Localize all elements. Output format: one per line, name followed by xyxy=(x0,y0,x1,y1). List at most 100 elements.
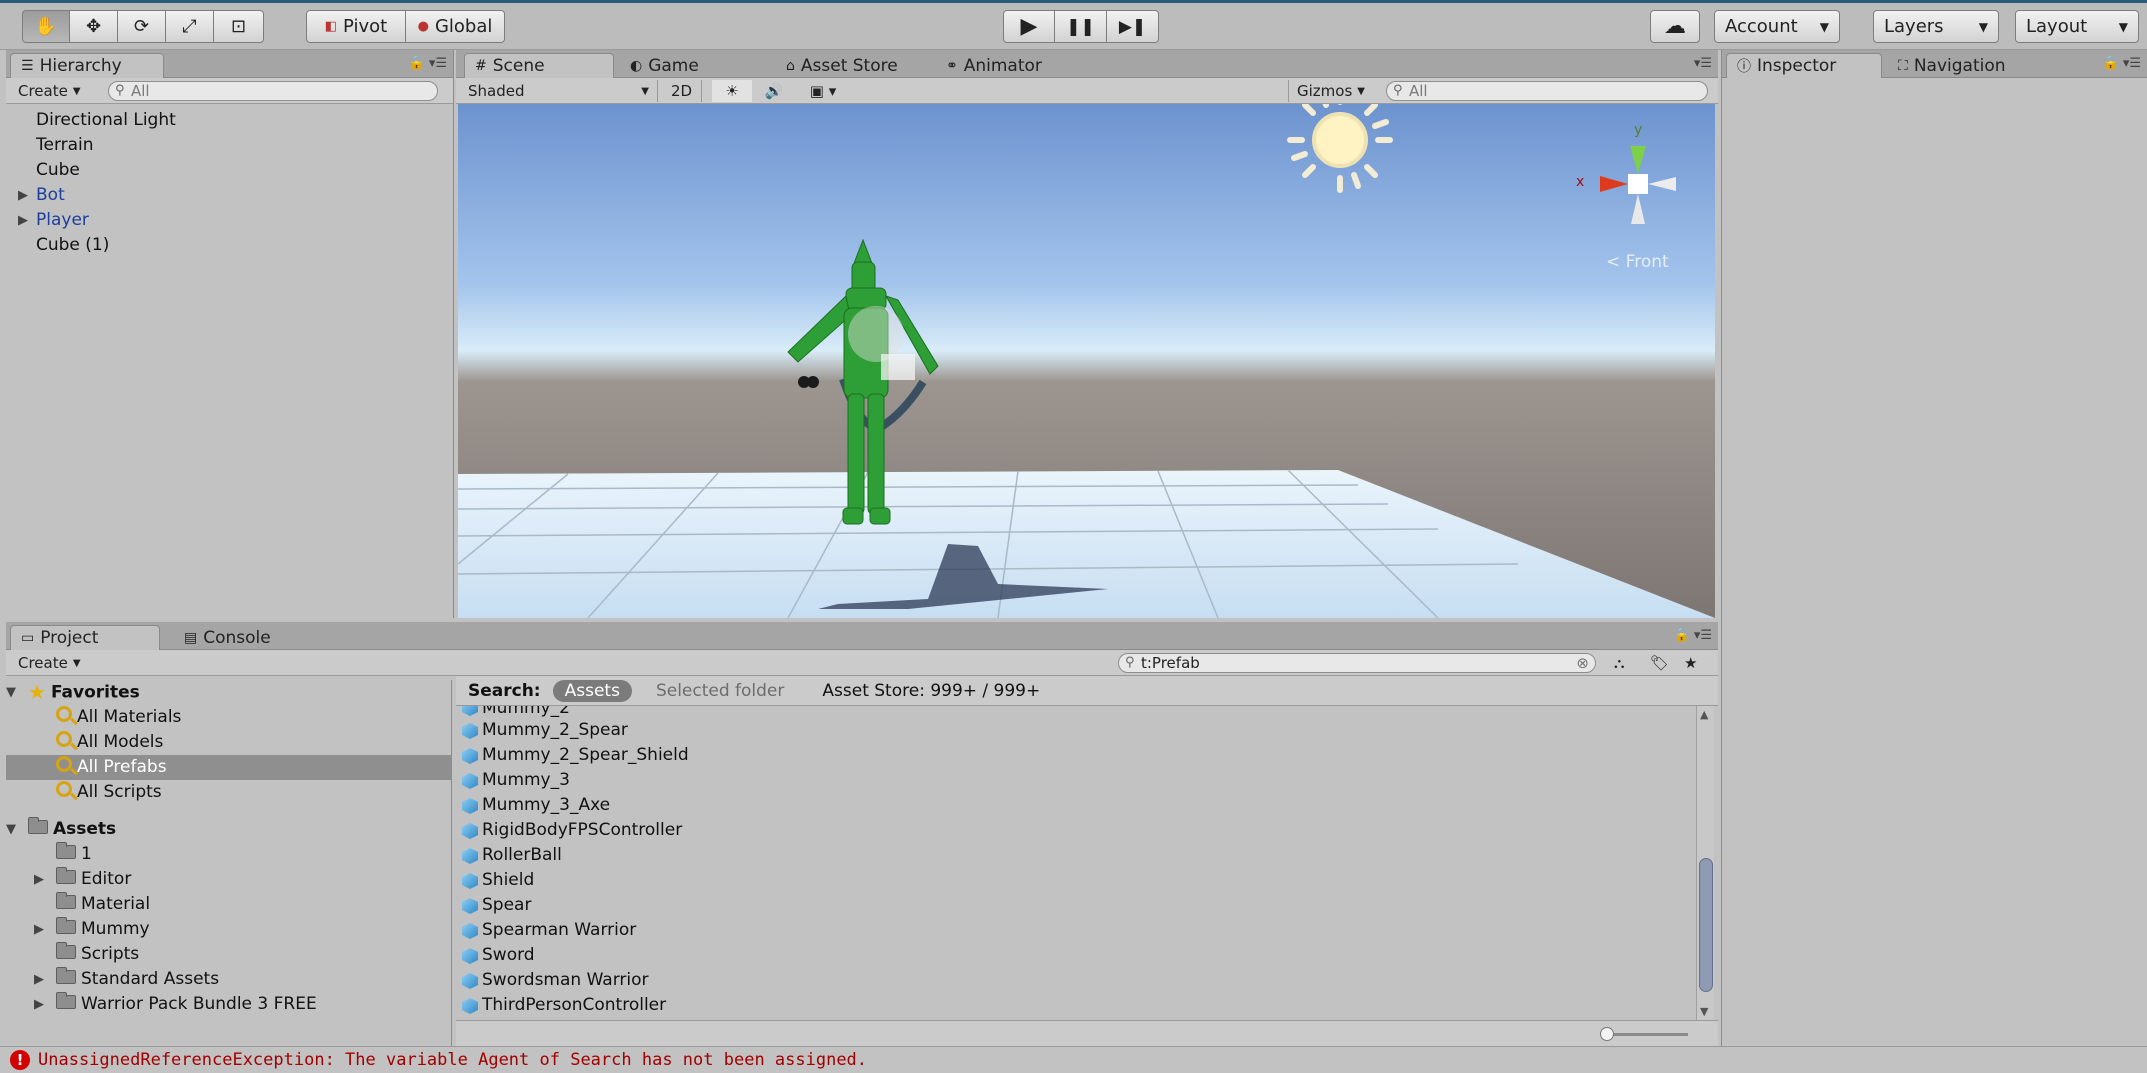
favorite-star-icon[interactable]: ★ xyxy=(1676,652,1705,674)
scene-viewport[interactable]: y x < Front xyxy=(458,104,1715,618)
asset-item[interactable]: Swordsman Warrior xyxy=(456,968,1694,993)
folder-item[interactable]: ▶ Standard Assets xyxy=(6,967,451,992)
hand-tool-icon[interactable]: ✋ xyxy=(22,10,70,43)
gizmos-dropdown[interactable]: Gizmos ▼ xyxy=(1288,80,1373,102)
move-tool-icon[interactable]: ✥ xyxy=(70,10,118,43)
search-icon: ⚲ xyxy=(115,83,125,98)
asset-item[interactable]: Mummy_2_Spear xyxy=(456,718,1694,743)
effects-icon[interactable]: ▣ ▾ xyxy=(798,80,848,102)
global-toggle[interactable]: ● Global xyxy=(406,10,505,43)
hierarchy-item[interactable]: ▶ Player xyxy=(6,208,453,233)
tab-inspector[interactable]: ⓘ Inspector xyxy=(1726,53,1882,78)
hierarchy-create-button[interactable]: Create ▼ xyxy=(10,80,89,102)
tab-project[interactable]: ▭ Project xyxy=(10,625,160,650)
tab-animator[interactable]: ⚭ Animator xyxy=(936,53,1052,78)
icon-size-slider-handle[interactable] xyxy=(1600,1027,1614,1041)
asset-item[interactable]: Spear xyxy=(456,893,1694,918)
hierarchy-item[interactable]: Cube xyxy=(6,158,453,183)
scrollbar-thumb[interactable] xyxy=(1699,858,1713,992)
asset-item-partial[interactable]: Mummy_2 xyxy=(456,706,1694,718)
tab-hierarchy[interactable]: ☰ Hierarchy xyxy=(10,53,164,78)
folder-item[interactable]: ▶ Warrior Pack Bundle 3 FREE xyxy=(6,992,451,1017)
asset-item[interactable]: RollerBall xyxy=(456,843,1694,868)
hierarchy-item[interactable]: Terrain xyxy=(6,133,453,158)
grid-icon: # xyxy=(475,58,487,74)
panel-menu-icon[interactable]: 🔒 ▾☰ xyxy=(1674,628,1713,643)
asset-item[interactable]: ThirdPersonController xyxy=(456,993,1694,1018)
asset-item[interactable]: Spearman Warrior xyxy=(456,918,1694,943)
cloud-icon[interactable]: ☁ xyxy=(1650,10,1700,43)
asset-item[interactable]: Shield xyxy=(456,868,1694,893)
asset-item[interactable]: Mummy_3 xyxy=(456,768,1694,793)
expand-arrow-icon[interactable]: ▶ xyxy=(18,183,28,208)
clear-search-icon[interactable]: ⊗ xyxy=(1576,654,1589,672)
panel-menu-icon[interactable]: 🔒 ▾☰ xyxy=(2103,56,2142,71)
folder-item[interactable]: Material xyxy=(6,892,451,917)
asset-item[interactable]: Mummy_3_Axe xyxy=(456,793,1694,818)
scale-tool-icon[interactable]: ⤢ xyxy=(166,10,214,43)
project-search-input[interactable]: ⚲ t:Prefab ⊗ xyxy=(1118,653,1596,673)
asset-item[interactable]: RigidBodyFPSController xyxy=(456,818,1694,843)
favorite-item[interactable]: All Scripts xyxy=(6,780,451,805)
expand-arrow-icon[interactable]: ▶ xyxy=(18,208,28,233)
hierarchy-item[interactable]: ▶ Bot xyxy=(6,183,453,208)
chevron-down-icon: ▼ xyxy=(641,85,649,97)
mode-2d-toggle[interactable]: 2D xyxy=(662,80,702,102)
panel-menu-icon[interactable]: 🔒 ▾☰ xyxy=(409,56,448,71)
rect-tool-icon[interactable]: ⊡ xyxy=(214,10,264,43)
expand-arrow-icon[interactable]: ▶ xyxy=(34,867,44,892)
search-icon: ⚲ xyxy=(1125,655,1135,670)
orientation-gizmo[interactable] xyxy=(1600,146,1676,224)
assets-header[interactable]: ▼ Assets xyxy=(6,817,451,842)
asset-store-count[interactable]: Asset Store: 999+ / 999+ xyxy=(822,681,1040,701)
favorite-item[interactable]: All Materials xyxy=(6,705,451,730)
scroll-up-icon[interactable]: ▲ xyxy=(1700,708,1708,721)
layout-dropdown[interactable]: Layout ▼ xyxy=(2015,10,2139,43)
step-icon[interactable]: ▶❚ xyxy=(1107,10,1159,43)
gizmo-view-label[interactable]: < Front xyxy=(1606,252,1669,272)
favorites-header[interactable]: ▼ ★ Favorites xyxy=(6,680,451,705)
rotate-tool-icon[interactable]: ⟳ xyxy=(118,10,166,43)
hierarchy-item[interactable]: Cube (1) xyxy=(6,233,453,258)
tab-navigation[interactable]: ⛶ Navigation xyxy=(1888,53,2016,78)
pivot-toggle[interactable]: ◧ Pivot xyxy=(306,10,406,43)
scene-search-input[interactable]: ⚲ All xyxy=(1386,81,1708,101)
panel-menu-icon[interactable]: ▾☰ xyxy=(1694,56,1712,71)
filter-by-type-icon[interactable]: ⛬ xyxy=(1606,652,1633,674)
scope-selected-folder-toggle[interactable]: Selected folder xyxy=(656,681,784,701)
expand-arrow-icon[interactable]: ▶ xyxy=(34,992,44,1017)
audio-icon[interactable]: 🔊 xyxy=(754,80,794,102)
icon-size-slider-track[interactable] xyxy=(1606,1033,1688,1036)
account-dropdown[interactable]: Account ▼ xyxy=(1714,10,1840,43)
status-bar[interactable]: ! UnassignedReferenceException: The vari… xyxy=(0,1046,2147,1073)
asset-item[interactable]: Mummy_2_Spear_Shield xyxy=(456,743,1694,768)
shading-mode-dropdown[interactable]: Shaded ▼ xyxy=(460,80,658,102)
folder-item[interactable]: ▶ Mummy xyxy=(6,917,451,942)
play-icon[interactable]: ▶ xyxy=(1003,10,1055,43)
expand-arrow-icon[interactable]: ▶ xyxy=(34,967,44,992)
folder-item[interactable]: ▶ Editor xyxy=(6,867,451,892)
pause-icon[interactable]: ❚❚ xyxy=(1055,10,1107,43)
search-row-label: Search: xyxy=(468,680,541,701)
tab-game[interactable]: ◐ Game xyxy=(620,53,709,78)
collapse-arrow-icon[interactable]: ▼ xyxy=(6,680,16,705)
folder-item[interactable]: 1 xyxy=(6,842,451,867)
expand-arrow-icon[interactable]: ▶ xyxy=(34,917,44,942)
layers-dropdown[interactable]: Layers ▼ xyxy=(1873,10,1999,43)
scope-assets-toggle[interactable]: Assets xyxy=(552,679,632,702)
asset-list-scrollbar[interactable]: ▲ ▼ xyxy=(1696,706,1714,1020)
favorite-item[interactable]: All Models xyxy=(6,730,451,755)
folder-item[interactable]: Scripts xyxy=(6,942,451,967)
favorite-item[interactable]: All Prefabs xyxy=(6,755,451,780)
tab-asset-store[interactable]: ⌂ Asset Store xyxy=(776,53,908,78)
tab-console[interactable]: ▤ Console xyxy=(174,625,281,650)
lighting-icon[interactable]: ☀ xyxy=(712,80,752,102)
scroll-down-icon[interactable]: ▼ xyxy=(1700,1005,1708,1018)
filter-by-label-icon[interactable]: 🏷 xyxy=(1642,652,1677,674)
project-create-button[interactable]: Create ▼ xyxy=(10,652,89,674)
hierarchy-search-input[interactable]: ⚲ All xyxy=(108,81,438,101)
asset-item[interactable]: Sword xyxy=(456,943,1694,968)
collapse-arrow-icon[interactable]: ▼ xyxy=(6,817,16,842)
hierarchy-item[interactable]: Directional Light xyxy=(6,108,453,133)
tab-scene[interactable]: # Scene xyxy=(464,53,614,78)
